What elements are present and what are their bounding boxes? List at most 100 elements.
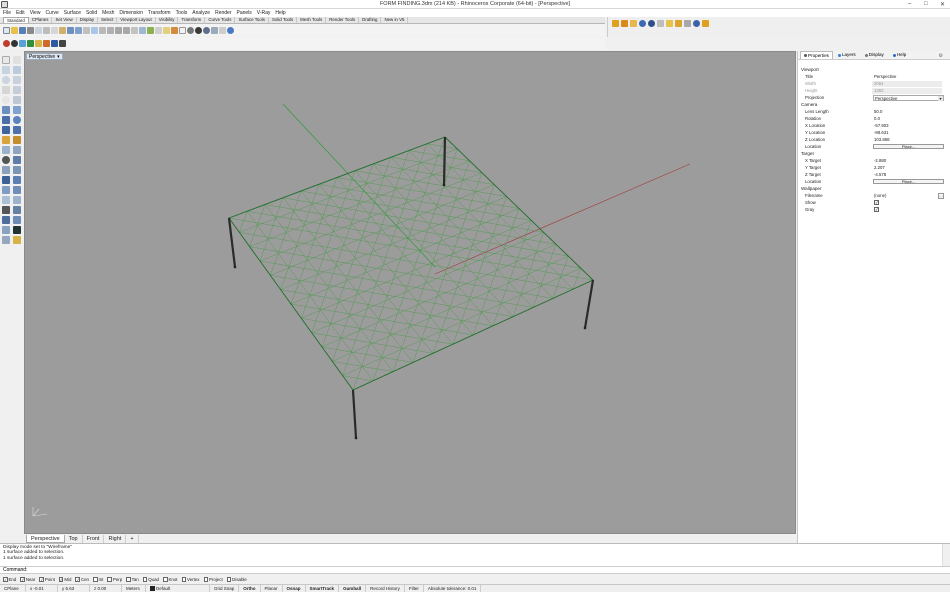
osnap-checkbox[interactable]: ✓: [58, 577, 64, 582]
vray-light-icon[interactable]: [35, 39, 42, 47]
tab-cplanes[interactable]: CPlanes: [29, 17, 53, 23]
zoom-extents-icon[interactable]: [115, 26, 122, 34]
trim-icon[interactable]: [2, 176, 10, 184]
render-mesh-icon[interactable]: [2, 156, 10, 164]
mesh-icon[interactable]: [2, 136, 10, 144]
spline-icon[interactable]: [13, 96, 21, 104]
tab-new-in-v5[interactable]: New in V5: [381, 17, 409, 23]
tab-solid-tools[interactable]: Solid Tools: [269, 17, 298, 23]
osnap-knot[interactable]: Knot: [163, 577, 178, 582]
point-icon[interactable]: [13, 56, 21, 64]
scale-icon[interactable]: [2, 216, 10, 224]
arc-icon[interactable]: [13, 76, 21, 84]
tab-visibility[interactable]: Visibility: [156, 17, 179, 23]
help-icon[interactable]: [227, 26, 234, 34]
four-view-icon[interactable]: [139, 26, 146, 34]
project-icon[interactable]: [2, 226, 10, 234]
vray-camera-icon[interactable]: [51, 39, 58, 47]
curve-icon[interactable]: [13, 66, 21, 74]
copy-icon[interactable]: [51, 26, 58, 34]
zoom-window-icon[interactable]: [107, 26, 114, 34]
extrude-icon[interactable]: [2, 126, 10, 134]
select-arrow-icon[interactable]: [2, 56, 10, 64]
vray-sun-icon[interactable]: [43, 39, 50, 47]
osnap-checkbox[interactable]: [107, 577, 112, 582]
move-icon[interactable]: [2, 196, 10, 204]
panel-tab-layers[interactable]: Layers: [834, 51, 860, 59]
osnap-near[interactable]: ✓ Near: [20, 577, 35, 582]
menu-panels[interactable]: Panels: [237, 10, 252, 16]
osnap-toggle[interactable]: Osnap: [283, 585, 306, 592]
paste-icon[interactable]: [59, 26, 66, 34]
z-location-field[interactable]: 103.868: [874, 136, 890, 143]
command-line[interactable]: Command:: [0, 566, 950, 574]
mirror-icon[interactable]: [13, 206, 21, 214]
open-file-icon[interactable]: [11, 26, 18, 34]
filter-toggle[interactable]: Filter: [405, 585, 424, 592]
osnap-perp[interactable]: Perp: [107, 577, 122, 582]
record-history-toggle[interactable]: Record History: [366, 585, 405, 592]
lens-length-field[interactable]: 50.0: [874, 108, 882, 115]
print-icon[interactable]: [27, 26, 34, 34]
y-location-field[interactable]: -88.631: [874, 129, 889, 136]
menu-analyze[interactable]: Analyze: [192, 10, 210, 16]
osnap-checkbox[interactable]: ✓: [39, 577, 44, 582]
osnap-checkbox[interactable]: ✓: [75, 577, 80, 582]
orient-icon[interactable]: [13, 216, 21, 224]
osnap-point[interactable]: ✓ Point: [39, 577, 55, 582]
dimension-icon[interactable]: [13, 146, 21, 154]
osnap-int[interactable]: Int: [93, 577, 103, 582]
offset-icon[interactable]: [13, 166, 21, 174]
osnap-checkbox[interactable]: [203, 577, 208, 582]
text-icon[interactable]: [2, 146, 10, 154]
osnap-project[interactable]: Project: [203, 577, 223, 582]
osnap-checkbox[interactable]: [126, 577, 131, 582]
tab-display[interactable]: Display: [77, 17, 99, 23]
browse-button[interactable]: …: [938, 192, 944, 199]
viewport-tab-front[interactable]: Front: [83, 534, 105, 543]
layer-status[interactable]: Default: [146, 585, 210, 592]
vray-toolbar-icon-7[interactable]: [666, 20, 673, 27]
planar-toggle[interactable]: Planar: [261, 585, 283, 592]
join-icon[interactable]: [2, 186, 10, 194]
add-viewport-tab-button[interactable]: +: [126, 534, 139, 543]
analyze-icon[interactable]: [2, 236, 10, 244]
box-icon[interactable]: [2, 116, 10, 124]
polygon-icon[interactable]: [13, 86, 21, 94]
projection-select[interactable]: Perspective ▾: [873, 94, 944, 101]
explode-icon[interactable]: [13, 156, 21, 164]
osnap-checkbox[interactable]: [163, 577, 168, 582]
vray-toolbar-icon-8[interactable]: [675, 20, 682, 27]
menu-transform[interactable]: Transform: [148, 10, 171, 16]
pan-icon[interactable]: [83, 26, 90, 34]
vray-toolbar-icon-6[interactable]: [657, 20, 664, 27]
osnap-checkbox[interactable]: [226, 577, 232, 582]
vray-toolbar-icon-11[interactable]: [702, 20, 709, 27]
rotate-view-icon[interactable]: [91, 26, 98, 34]
material-icon[interactable]: [203, 26, 210, 34]
lock-icon[interactable]: [171, 26, 178, 34]
group-icon[interactable]: [13, 186, 21, 194]
osnap-end[interactable]: ✓ End: [3, 577, 16, 582]
vray-toolbar-icon-10[interactable]: [693, 20, 700, 27]
wireframe-icon[interactable]: [179, 26, 186, 34]
snap-icon[interactable]: [13, 236, 21, 244]
tab-standard[interactable]: Standard: [3, 17, 29, 23]
panel-tab-display[interactable]: Display: [861, 51, 888, 59]
options-icon[interactable]: [219, 26, 226, 34]
tab-surface-tools[interactable]: Surface Tools: [235, 17, 269, 23]
perspective-viewport[interactable]: Perspective ▾: [24, 51, 796, 534]
tab-render-tools[interactable]: Render Tools: [326, 17, 360, 23]
tab-set-view[interactable]: Set View: [52, 17, 77, 23]
select-icon[interactable]: [155, 26, 162, 34]
menu-help[interactable]: Help: [275, 10, 285, 16]
redo-icon[interactable]: [75, 26, 82, 34]
menu-file[interactable]: File: [3, 10, 11, 16]
properties-icon[interactable]: [35, 26, 42, 34]
gumball-toggle[interactable]: Gumball: [339, 585, 367, 592]
menu-curve[interactable]: Curve: [45, 10, 58, 16]
render-icon[interactable]: [211, 26, 218, 34]
pen-icon[interactable]: [13, 226, 21, 234]
tab-curve-tools[interactable]: Curve Tools: [205, 17, 236, 23]
grid-icon[interactable]: [131, 26, 138, 34]
